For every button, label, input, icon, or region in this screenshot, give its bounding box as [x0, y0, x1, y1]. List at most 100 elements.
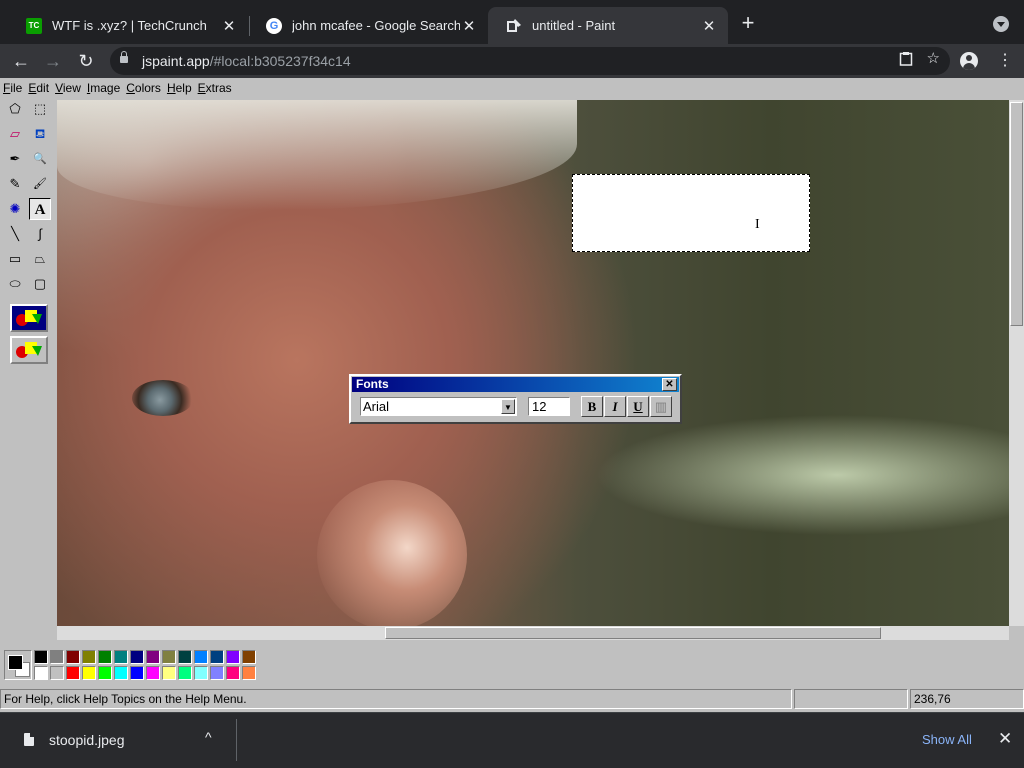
current-colors[interactable] — [4, 650, 32, 680]
palette-swatch[interactable] — [98, 666, 112, 680]
close-icon[interactable]: ✕ — [998, 729, 1012, 749]
font-family-select[interactable]: Arial ▼ — [360, 397, 517, 416]
menu-extras[interactable]: Extras — [195, 78, 235, 98]
status-bar: For Help, click Help Topics on the Help … — [0, 688, 1024, 710]
pencil-tool-icon[interactable]: ✎ — [4, 173, 26, 195]
palette-swatch[interactable] — [34, 666, 48, 680]
bookmark-star-icon[interactable]: ☆ — [927, 51, 940, 70]
foreground-color[interactable] — [8, 655, 23, 670]
palette-swatch[interactable] — [82, 666, 96, 680]
palette-swatch[interactable] — [34, 650, 48, 664]
palette-swatch[interactable] — [178, 666, 192, 680]
text-tool-icon[interactable]: A — [29, 198, 51, 220]
url-text[interactable]: jspaint.app/#local:b305237f34c14 — [142, 53, 351, 69]
line-tool-icon[interactable]: ╲ — [4, 223, 26, 245]
palette-swatch[interactable] — [194, 666, 208, 680]
airbrush-tool-icon[interactable]: ✺ — [4, 198, 26, 220]
google-icon: G — [266, 17, 282, 34]
profile-avatar-icon[interactable] — [960, 52, 978, 70]
palette-swatch[interactable] — [242, 650, 256, 664]
palette-swatch[interactable] — [146, 650, 160, 664]
back-icon[interactable]: ← — [10, 50, 32, 72]
palette-swatch[interactable] — [66, 666, 80, 680]
horizontal-scroll-thumb[interactable] — [385, 627, 881, 639]
menu-view[interactable]: View — [52, 78, 84, 98]
eraser-tool-icon[interactable]: ▱ — [4, 123, 26, 145]
palette-swatch[interactable] — [210, 650, 224, 664]
horizontal-scrollbar[interactable] — [57, 626, 1009, 640]
palette-swatch[interactable] — [130, 666, 144, 680]
close-tab-icon[interactable]: ✕ — [220, 17, 238, 35]
chevron-down-icon[interactable]: ▼ — [501, 399, 515, 414]
palette-swatch[interactable] — [226, 666, 240, 680]
pick-color-tool-icon[interactable]: ✒ — [4, 148, 26, 170]
palette-swatch[interactable] — [66, 650, 80, 664]
transparent-background-option[interactable] — [10, 336, 48, 364]
tab-paint[interactable]: untitled - Paint ✕ — [488, 7, 728, 44]
close-tab-icon[interactable]: ✕ — [700, 17, 718, 35]
download-filename[interactable]: stoopid.jpeg — [49, 732, 125, 748]
canvas-image-nose — [317, 480, 467, 626]
rounded-rect-tool-icon[interactable]: ▢ — [29, 273, 51, 295]
palette-swatch[interactable] — [114, 650, 128, 664]
palette-swatch[interactable] — [82, 650, 96, 664]
lock-icon[interactable] — [120, 51, 128, 63]
vertical-text-button[interactable]: ▥ — [650, 396, 672, 417]
shelf-separator — [236, 719, 237, 761]
magnifier-tool-icon[interactable]: 🔍 — [29, 148, 51, 170]
forward-icon[interactable]: → — [42, 50, 64, 72]
bold-button[interactable]: B — [581, 396, 603, 417]
paint-app: File Edit View Image Colors Help Extras … — [0, 78, 1024, 712]
rect-select-tool-icon[interactable]: ⬚ — [29, 98, 51, 120]
palette-swatch[interactable] — [194, 650, 208, 664]
tab-google-search[interactable]: G john mcafee - Google Search ✕ — [248, 7, 488, 44]
tab-techcrunch[interactable]: TC WTF is .xyz? | TechCrunch ✕ — [8, 7, 248, 44]
ellipse-tool-icon[interactable]: ⬭ — [4, 273, 26, 295]
menu-file[interactable]: File — [0, 78, 25, 98]
palette-swatch[interactable] — [162, 666, 176, 680]
brush-tool-icon[interactable]: 🖌 — [29, 173, 51, 195]
underline-button[interactable]: U — [627, 396, 649, 417]
close-icon[interactable]: ✕ — [662, 378, 677, 391]
text-input-box[interactable]: I — [572, 174, 810, 252]
drawing-canvas[interactable]: I — [57, 100, 1009, 626]
vertical-scrollbar[interactable] — [1009, 100, 1024, 626]
fill-tool-icon[interactable]: ⛾ — [29, 123, 51, 145]
more-menu-icon[interactable]: ⋮ — [997, 52, 1013, 70]
opaque-background-option[interactable] — [10, 304, 48, 332]
palette-swatch[interactable] — [146, 666, 160, 680]
polygon-tool-icon[interactable]: ⏢ — [29, 248, 51, 270]
palette-swatch[interactable] — [242, 666, 256, 680]
menu-image[interactable]: Image — [84, 78, 123, 98]
fonts-title-text: Fonts — [356, 377, 389, 391]
menu-edit[interactable]: Edit — [25, 78, 52, 98]
fonts-window-title[interactable]: Fonts ✕ — [352, 377, 679, 392]
curve-tool-icon[interactable]: ∫ — [29, 223, 51, 245]
tab-search-icon[interactable] — [993, 16, 1009, 32]
reload-icon[interactable]: ↻ — [75, 50, 97, 72]
font-family-value: Arial — [363, 399, 390, 414]
palette-swatch[interactable] — [210, 666, 224, 680]
rectangle-tool-icon[interactable]: ▭ — [4, 248, 26, 270]
address-bar[interactable]: jspaint.app/#local:b305237f34c14 ☆ — [110, 47, 950, 75]
palette-swatch[interactable] — [226, 650, 240, 664]
palette-swatch[interactable] — [50, 650, 64, 664]
palette-swatch[interactable] — [98, 650, 112, 664]
menu-colors[interactable]: Colors — [123, 78, 164, 98]
canvas-image-eye — [132, 380, 194, 416]
menu-help[interactable]: Help — [164, 78, 195, 98]
new-tab-button[interactable]: + — [737, 12, 759, 34]
chevron-up-icon[interactable]: ^ — [205, 729, 212, 745]
palette-swatch[interactable] — [162, 650, 176, 664]
font-size-input[interactable]: 12 — [528, 397, 570, 416]
palette-swatch[interactable] — [178, 650, 192, 664]
italic-button[interactable]: I — [604, 396, 626, 417]
close-tab-icon[interactable]: ✕ — [460, 17, 478, 35]
palette-swatch[interactable] — [50, 666, 64, 680]
free-form-select-tool-icon[interactable]: ⬠ — [4, 98, 26, 120]
palette-swatch[interactable] — [130, 650, 144, 664]
vertical-scroll-thumb[interactable] — [1010, 102, 1023, 326]
palette-swatch[interactable] — [114, 666, 128, 680]
show-all-link[interactable]: Show All — [922, 732, 972, 747]
clipboard-icon[interactable] — [899, 51, 913, 70]
